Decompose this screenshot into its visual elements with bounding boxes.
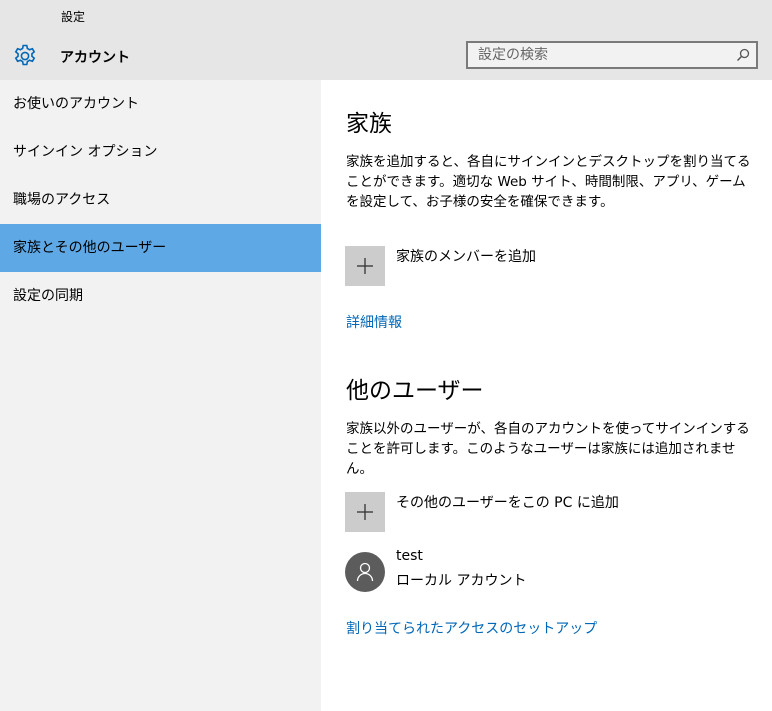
add-other-user-label[interactable]: その他のユーザーをこの PC に追加 [396, 492, 619, 512]
search-box[interactable] [466, 41, 758, 69]
sidebar-item-sign-in-options[interactable]: サインイン オプション [0, 128, 321, 176]
sidebar: お使いのアカウント サインイン オプション 職場のアクセス 家族とその他のユーザ… [0, 80, 321, 711]
family-section-title: 家族 [346, 111, 392, 137]
add-other-user-plus[interactable] [345, 492, 385, 532]
main-content: 家族 家族を追加すると、各自にサインインとデスクトップを割り当てることができます… [321, 80, 772, 711]
more-info-link[interactable]: 詳細情報 [346, 312, 402, 332]
window-title: 設定 [61, 10, 86, 24]
user-icon [356, 562, 374, 582]
user-name: test [396, 548, 423, 564]
sidebar-item-family-other-users[interactable]: 家族とその他のユーザー [0, 224, 321, 272]
other-users-section-title: 他のユーザー [346, 378, 484, 404]
gear-icon [14, 44, 36, 66]
family-description: 家族を追加すると、各自にサインインとデスクトップを割り当てることができます。適切… [346, 154, 751, 210]
sidebar-item-your-account[interactable]: お使いのアカウント [0, 80, 321, 128]
avatar[interactable] [345, 552, 385, 592]
search-input[interactable] [468, 43, 728, 67]
plus-icon [357, 504, 373, 520]
assigned-access-link[interactable]: 割り当てられたアクセスのセットアップ [346, 618, 597, 638]
plus-icon [357, 258, 373, 274]
add-family-member-plus[interactable] [345, 246, 385, 286]
user-account-type: ローカル アカウント [396, 573, 527, 589]
header: 設定 アカウント [0, 0, 772, 80]
sidebar-item-work-access[interactable]: 職場のアクセス [0, 176, 321, 224]
page-title: アカウント [60, 50, 130, 66]
search-icon[interactable] [736, 48, 750, 62]
sidebar-item-sync-settings[interactable]: 設定の同期 [0, 272, 321, 320]
other-users-description: 家族以外のユーザーが、各自のアカウントを使ってサインインすることを許可します。こ… [346, 421, 750, 477]
add-family-member-label[interactable]: 家族のメンバーを追加 [396, 246, 536, 266]
settings-window: 設定 アカウント お使いのアカウント サインイン オプション 職場のアクセス 家… [0, 0, 772, 711]
